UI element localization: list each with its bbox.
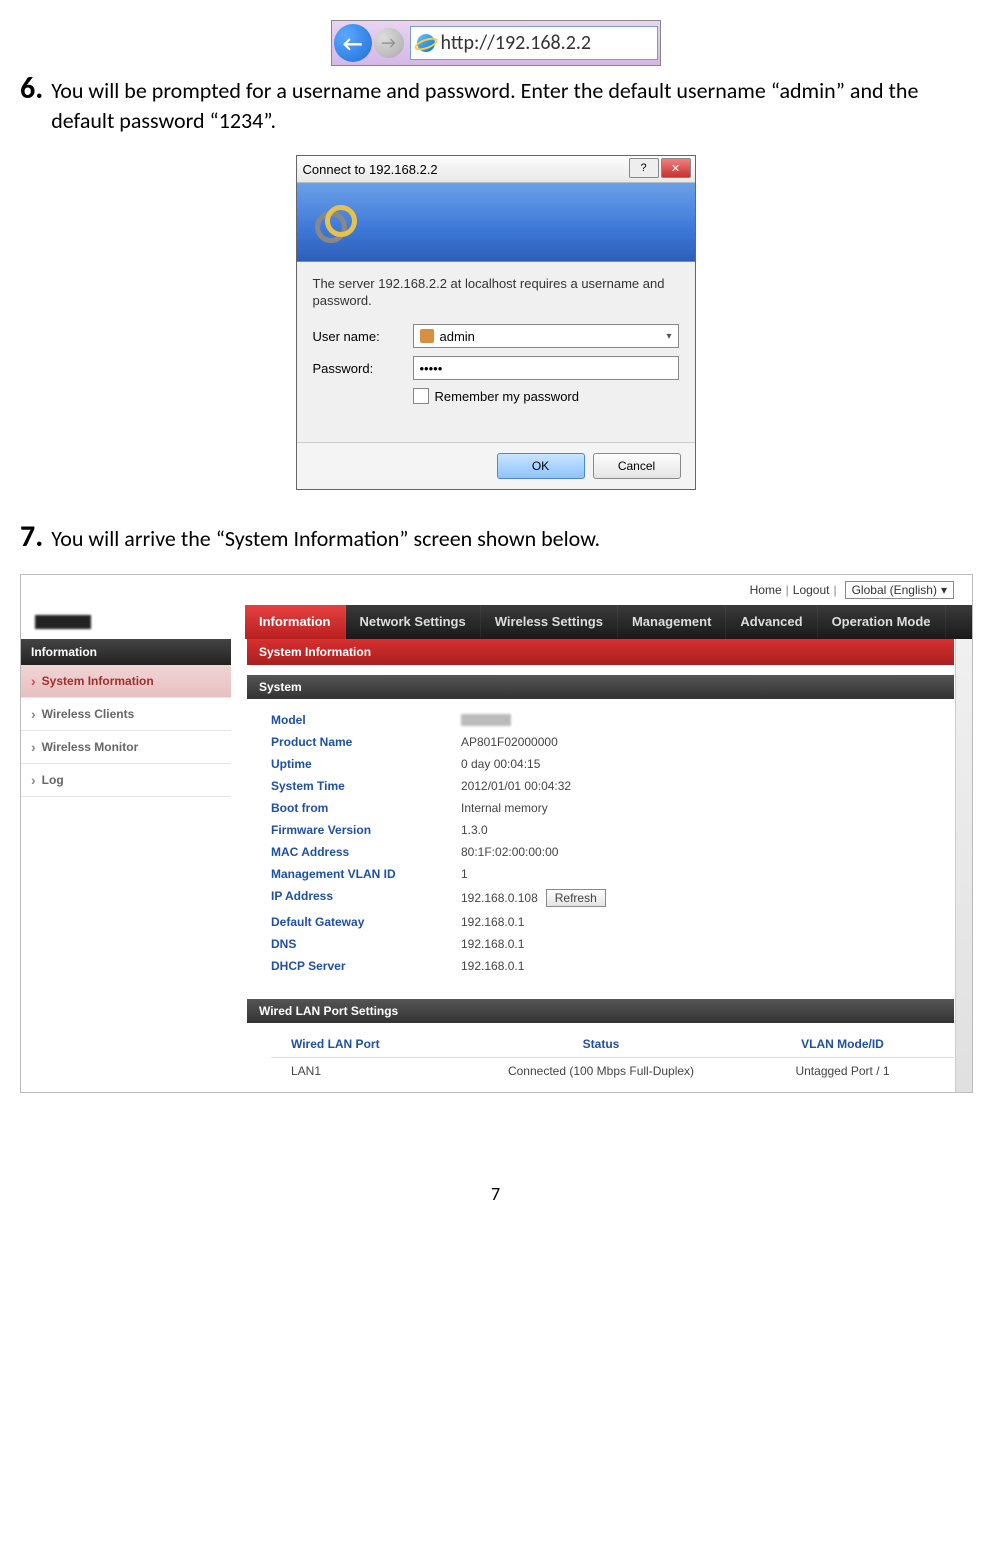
lan-row-1: LAN1 Connected (100 Mbps Full-Duplex) Un… bbox=[271, 1058, 954, 1084]
nav-network-settings[interactable]: Network Settings bbox=[346, 605, 481, 639]
home-link[interactable]: Home bbox=[750, 583, 782, 597]
chevron-right-icon: › bbox=[31, 772, 36, 788]
forward-icon: → bbox=[374, 28, 404, 58]
nav-wireless-settings[interactable]: Wireless Settings bbox=[481, 605, 618, 639]
page-number: 7 bbox=[20, 1183, 971, 1205]
dialog-prompt: The server 192.168.2.2 at localhost requ… bbox=[313, 276, 679, 310]
username-input[interactable]: admin ▾ bbox=[413, 324, 679, 348]
row-firmware: Firmware Version1.3.0 bbox=[271, 819, 936, 841]
section-system: System bbox=[247, 675, 954, 699]
brand-logo bbox=[21, 605, 245, 639]
close-icon[interactable]: ✕ bbox=[661, 158, 691, 178]
chevron-down-icon: ▾ bbox=[941, 583, 947, 597]
row-dhcp: DHCP Server192.168.0.1 bbox=[271, 955, 936, 977]
cancel-button[interactable]: Cancel bbox=[593, 453, 681, 479]
lan-col-vlan: VLAN Mode/ID bbox=[731, 1037, 954, 1051]
password-label: Password: bbox=[313, 361, 413, 376]
chevron-right-icon: › bbox=[31, 706, 36, 722]
step-6-number: 6. bbox=[20, 72, 43, 105]
row-gateway: Default Gateway192.168.0.1 bbox=[271, 911, 936, 933]
auth-dialog: Connect to 192.168.2.2 ? ✕ The server 19… bbox=[296, 155, 696, 490]
content-panel: System Information System Model Product … bbox=[231, 639, 972, 1092]
url-text: http://192.168.2.2 bbox=[441, 31, 592, 55]
user-icon bbox=[420, 329, 434, 343]
row-boot-from: Boot fromInternal memory bbox=[271, 797, 936, 819]
sidebar-item-wireless-monitor[interactable]: ›Wireless Monitor bbox=[21, 731, 231, 764]
sidebar-item-wireless-clients[interactable]: ›Wireless Clients bbox=[21, 698, 231, 731]
nav-information[interactable]: Information bbox=[245, 605, 346, 639]
logout-link[interactable]: Logout bbox=[793, 583, 830, 597]
step-6-text: You will be prompted for a username and … bbox=[51, 72, 971, 135]
lan-col-port: Wired LAN Port bbox=[271, 1037, 471, 1051]
sidebar-heading: Information bbox=[21, 639, 231, 665]
nav-advanced[interactable]: Advanced bbox=[726, 605, 817, 639]
nav-operation-mode[interactable]: Operation Mode bbox=[818, 605, 946, 639]
username-value: admin bbox=[440, 329, 475, 344]
dialog-banner bbox=[297, 183, 695, 262]
row-model: Model bbox=[271, 709, 936, 731]
row-product-name: Product NameAP801F02000000 bbox=[271, 731, 936, 753]
help-icon[interactable]: ? bbox=[629, 158, 659, 178]
chevron-right-icon: › bbox=[31, 673, 36, 689]
row-vlan-id: Management VLAN ID1 bbox=[271, 863, 936, 885]
step-7-number: 7. bbox=[20, 520, 43, 553]
password-input[interactable]: ••••• bbox=[413, 356, 679, 380]
url-field: http://192.168.2.2 bbox=[410, 26, 658, 60]
nav-management[interactable]: Management bbox=[618, 605, 726, 639]
password-value: ••••• bbox=[420, 361, 443, 376]
remember-label: Remember my password bbox=[435, 389, 580, 404]
back-icon: ← bbox=[334, 24, 372, 62]
panel-title: System Information bbox=[247, 639, 954, 665]
section-wired-lan: Wired LAN Port Settings bbox=[247, 999, 954, 1023]
row-system-time: System Time2012/01/01 00:04:32 bbox=[271, 775, 936, 797]
sidebar: Information ›System Information ›Wireles… bbox=[21, 639, 231, 1092]
remember-checkbox[interactable] bbox=[413, 388, 429, 404]
row-ip-address: IP Address192.168.0.108Refresh bbox=[271, 885, 936, 911]
language-select[interactable]: Global (English) ▾ bbox=[845, 581, 954, 599]
main-nav: Information Network Settings Wireless Se… bbox=[21, 605, 972, 639]
row-uptime: Uptime0 day 00:04:15 bbox=[271, 753, 936, 775]
sidebar-item-log[interactable]: ›Log bbox=[21, 764, 231, 797]
ie-icon bbox=[417, 34, 435, 52]
top-links: Home | Logout | Global (English) ▾ bbox=[21, 575, 972, 605]
refresh-button[interactable]: Refresh bbox=[546, 889, 606, 907]
browser-address-bar: ← → http://192.168.2.2 bbox=[331, 20, 661, 66]
step-7: 7. You will arrive the “System Informati… bbox=[20, 520, 971, 554]
step-7-text: You will arrive the “System Information”… bbox=[51, 520, 600, 554]
row-dns: DNS192.168.0.1 bbox=[271, 933, 936, 955]
model-value-redacted bbox=[461, 714, 511, 726]
chevron-right-icon: › bbox=[31, 739, 36, 755]
keys-icon bbox=[315, 205, 365, 245]
dropdown-icon[interactable]: ▾ bbox=[666, 331, 671, 342]
ok-button[interactable]: OK bbox=[497, 453, 585, 479]
username-label: User name: bbox=[313, 329, 413, 344]
dialog-titlebar: Connect to 192.168.2.2 ? ✕ bbox=[297, 156, 695, 183]
row-mac: MAC Address80:1F:02:00:00:00 bbox=[271, 841, 936, 863]
sidebar-item-system-information[interactable]: ›System Information bbox=[21, 665, 231, 698]
step-6: 6. You will be prompted for a username a… bbox=[20, 72, 971, 135]
system-info-screenshot: Home | Logout | Global (English) ▾ Infor… bbox=[20, 574, 973, 1093]
lan-table: Wired LAN Port Status VLAN Mode/ID LAN1 … bbox=[271, 1031, 954, 1084]
system-table: Model Product NameAP801F02000000 Uptime0… bbox=[247, 699, 954, 989]
lan-col-status: Status bbox=[471, 1037, 731, 1051]
dialog-title-text: Connect to 192.168.2.2 bbox=[303, 162, 438, 177]
